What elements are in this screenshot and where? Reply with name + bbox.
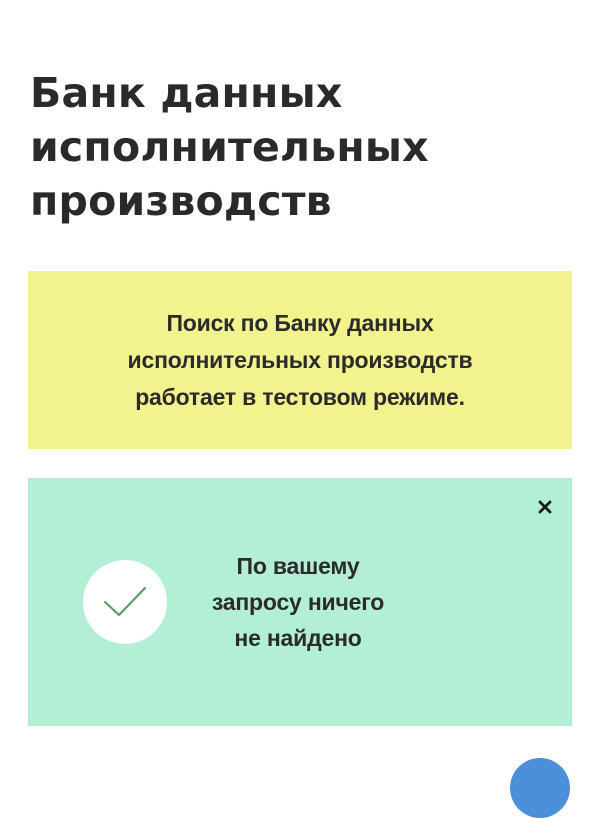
check-icon [103, 586, 147, 617]
page-title: Банк данных исполнительных производств [30, 69, 429, 225]
test-mode-notice-text: Поиск по Банку данных исполнительных про… [127, 309, 473, 410]
test-mode-notice: Поиск по Банку данных исполнительных про… [28, 271, 572, 449]
no-results-message: По вашему запросу ничего не найдено [211, 553, 385, 651]
close-icon [538, 500, 552, 514]
close-button[interactable] [534, 496, 556, 518]
scroll-to-top-button[interactable] [510, 758, 570, 818]
search-result-panel: По вашему запросу ничего не найдено [28, 478, 572, 726]
success-check-badge [83, 560, 167, 644]
